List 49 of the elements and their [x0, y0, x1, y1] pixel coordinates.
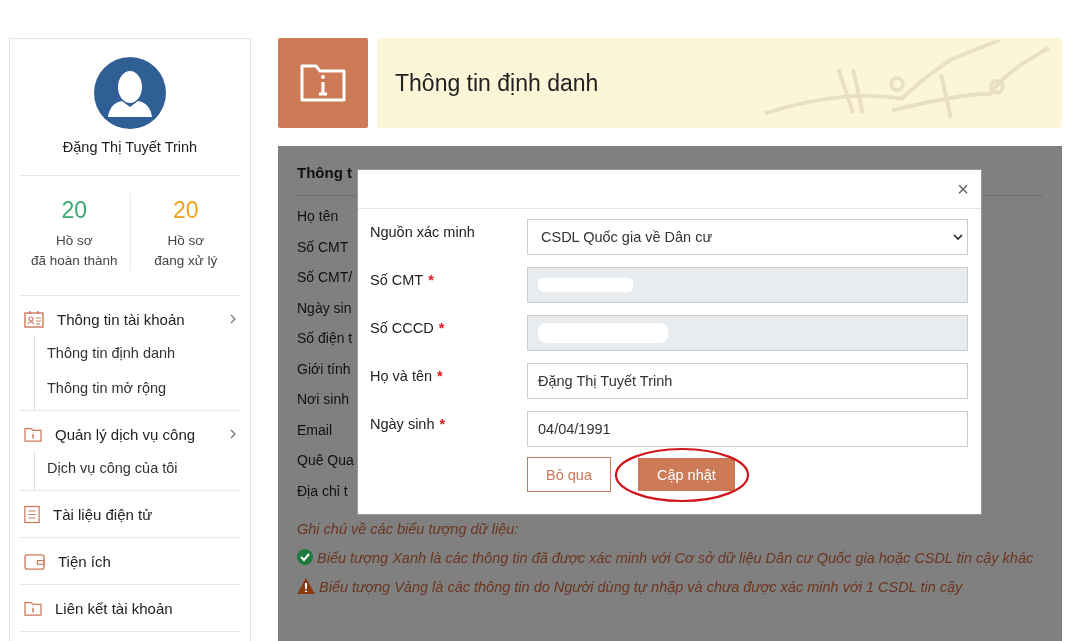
note-text: Biểu tượng Vàng là các thông tin do Người dùng tự nhập và chưa được xác minh với 1 CSDL tin cậy — [319, 579, 963, 595]
section-heading: Thông t — [297, 164, 352, 181]
user-name: Đặng Thị Tuyết Trinh — [62, 139, 198, 155]
menu-item[interactable]: Tiện ích — [19, 538, 241, 584]
note-text: Biểu tượng Xanh là các thông tin đã được xác minh với Cơ sở dữ liệu Dân cư Quốc gia hoặc CSDL tin cậy khác — [317, 550, 1034, 566]
form-label: Họ và tên — [370, 368, 433, 384]
stat-count: 20 — [171, 196, 200, 225]
folder-icon — [24, 426, 42, 442]
folder-icon — [300, 64, 346, 102]
form-label: Số CCCD — [370, 320, 434, 336]
form-label: Nguồn xác minh — [370, 224, 475, 240]
field-label: Số điện t — [297, 330, 353, 348]
id-card-icon — [24, 310, 44, 328]
chevron-down-icon — [953, 234, 963, 240]
menu-item[interactable]: Liên kết tài khoản — [19, 585, 241, 631]
close-button[interactable]: × — [957, 179, 969, 199]
warning-icon — [297, 578, 315, 594]
submenu-item[interactable]: Thông tin mở rộng — [35, 371, 241, 406]
field-label: Số CMT/ — [297, 269, 353, 287]
source-select[interactable]: CSDL Quốc gia về Dân cư — [527, 219, 968, 255]
stat-label: Hồ sơ đang xử lý — [153, 232, 219, 270]
wallet-icon — [24, 552, 45, 570]
field-label: Địa chỉ t — [297, 482, 348, 501]
menu-item[interactable]: Tài liệu điện tử — [19, 491, 241, 537]
required-mark: * — [439, 416, 446, 432]
required-mark: * — [428, 272, 434, 288]
input-field[interactable] — [527, 315, 968, 351]
field-label: Quê Qua — [297, 452, 354, 470]
field-label: Ngày sin — [297, 299, 352, 318]
form-label: Ngày sinh — [370, 416, 435, 432]
input-field[interactable] — [527, 267, 968, 303]
field-label: Nơi sinh — [297, 391, 349, 409]
field-label: Họ tên — [297, 208, 339, 226]
stat-label: Hồ sơ đã hoàn thành — [30, 232, 119, 270]
document-icon — [24, 504, 40, 524]
stat-count: 20 — [60, 196, 89, 225]
check-circle-icon — [297, 549, 313, 565]
required-mark: * — [438, 320, 445, 336]
folder-icon — [24, 600, 42, 616]
form-label: Số CMT — [370, 272, 424, 288]
field-label: Giới tính — [297, 360, 351, 379]
input-field[interactable]: 04/04/1991 — [527, 411, 968, 447]
required-mark: * — [437, 368, 443, 384]
avatar-icon — [94, 57, 166, 129]
input-field[interactable]: Đặng Thị Tuyết Trinh — [527, 363, 968, 399]
field-label: Email — [297, 421, 332, 440]
page-title: Thông tin định danh — [395, 69, 599, 97]
field-label: Số CMT — [297, 238, 349, 257]
note-text: Ghi chú về các biểu tượng dữ liệu: — [297, 521, 519, 537]
